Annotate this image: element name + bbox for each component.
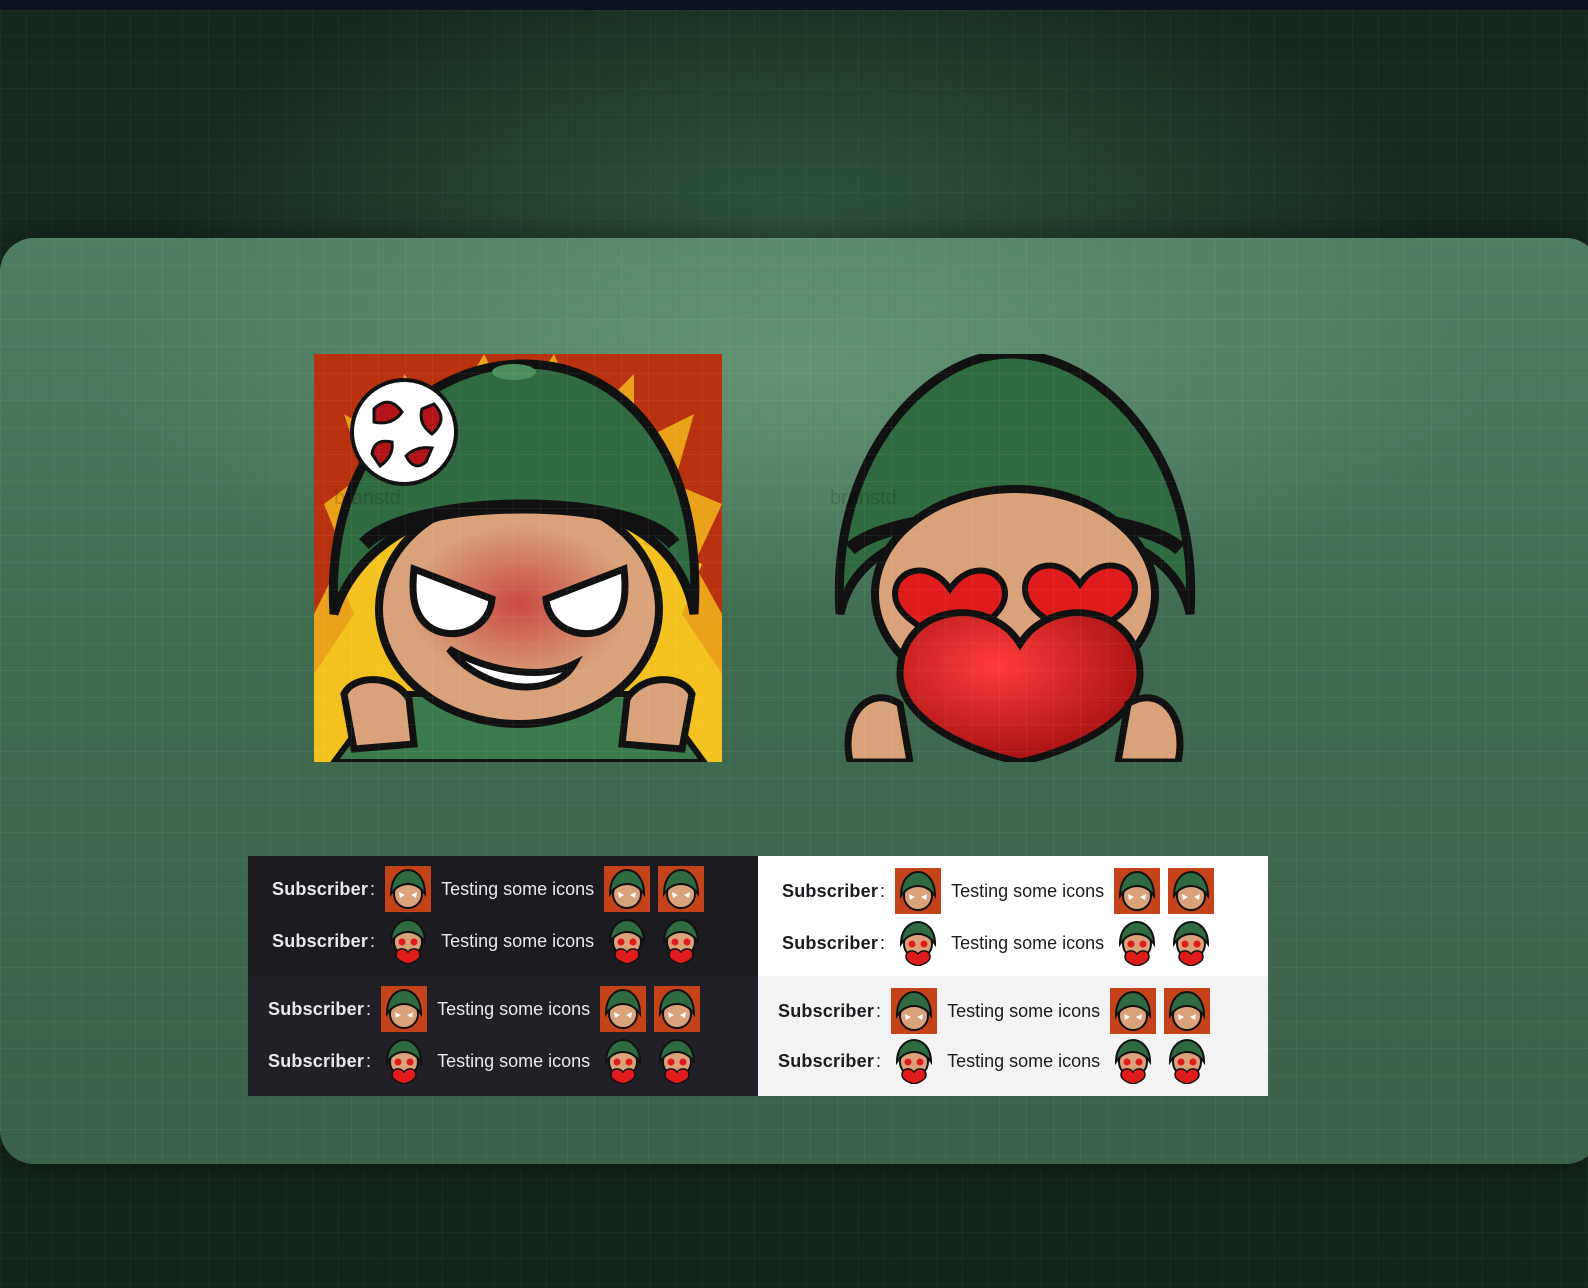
angry-soldier-emote-art: branstd xyxy=(314,354,722,762)
chat-message: Testing some icons xyxy=(437,998,591,1019)
angry-soldier-emote-icon xyxy=(385,866,432,912)
chat-row: Subscriber : Testing some icons xyxy=(778,1036,1210,1086)
chat-message: Testing some icons xyxy=(951,932,1105,953)
chat-message: Testing some icons xyxy=(947,1000,1101,1021)
chat-message: Testing some icons xyxy=(437,1050,591,1071)
angry-soldier-emote-icon xyxy=(1110,988,1157,1034)
chat-row: Subscriber : Testing some icons xyxy=(268,984,701,1034)
watermark-text: branstd xyxy=(334,487,401,509)
angry-soldier-emote-icon xyxy=(895,868,942,914)
username: Subscriber xyxy=(782,932,879,953)
chat-message: Testing some icons xyxy=(441,930,595,951)
dark-preview-bottom: Subscriber : Testing some icons Subscrib… xyxy=(248,976,758,1096)
love-soldier-emote-icon xyxy=(1110,1038,1156,1084)
chat-preview: Subscriber : Testing some icons Subscrib… xyxy=(248,856,1268,1096)
angry-soldier-emote-icon xyxy=(1114,868,1161,914)
angry-soldier-emote-icon xyxy=(604,866,651,912)
username: Subscriber xyxy=(782,880,879,901)
chat-message: Testing some icons xyxy=(947,1050,1101,1071)
love-soldier-emote-icon xyxy=(891,1038,937,1084)
love-soldier-emote-icon xyxy=(604,918,650,964)
username: Subscriber xyxy=(778,1000,875,1021)
love-soldier-emote-icon xyxy=(600,1038,646,1084)
chat-row: Subscriber : Testing some icons xyxy=(782,866,1215,916)
chat-row: Subscriber : Testing some icons xyxy=(268,1036,700,1086)
colon: : xyxy=(876,1050,882,1071)
love-soldier-emote-icon xyxy=(895,920,941,966)
love-soldier-emote-art: branstd xyxy=(830,354,1196,762)
angry-soldier-emote-icon xyxy=(891,988,938,1034)
colon: : xyxy=(370,930,376,951)
angry-soldier-emote-icon xyxy=(1168,868,1215,914)
love-soldier-emote-icon xyxy=(381,1038,427,1084)
username: Subscriber xyxy=(272,878,369,899)
dark-preview-top: Subscriber : Testing some icons Subscrib… xyxy=(248,856,758,976)
angry-soldier-emote-icon xyxy=(600,986,647,1032)
username: Subscriber xyxy=(778,1050,875,1071)
colon: : xyxy=(876,1000,882,1021)
love-soldier-emote-icon xyxy=(1114,920,1160,966)
angry-soldier-emote-icon xyxy=(1164,988,1211,1034)
love-soldier-emote-icon xyxy=(658,918,704,964)
light-preview-bottom: Subscriber : Testing some icons Subscrib… xyxy=(758,976,1268,1096)
love-soldier-emote-icon xyxy=(385,918,431,964)
colon: : xyxy=(366,1050,372,1071)
colon: : xyxy=(880,880,886,901)
chat-message: Testing some icons xyxy=(441,878,595,899)
chat-row: Subscriber : Testing some icons xyxy=(782,918,1214,968)
username: Subscriber xyxy=(268,998,365,1019)
chat-row: Subscriber : Testing some icons xyxy=(778,986,1211,1036)
username: Subscriber xyxy=(272,930,369,951)
top-edge-bar xyxy=(0,0,1588,10)
colon: : xyxy=(880,932,886,953)
light-preview-top: Subscriber : Testing some icons Subscrib… xyxy=(758,856,1268,976)
angry-soldier-emote-icon xyxy=(381,986,428,1032)
love-soldier-emote-icon xyxy=(654,1038,700,1084)
love-soldier-emote-icon xyxy=(1164,1038,1210,1084)
chat-row: Subscriber : Testing some icons xyxy=(272,916,704,966)
username: Subscriber xyxy=(268,1050,365,1071)
angry-soldier-emote-icon xyxy=(654,986,701,1032)
angry-soldier-emote: branstd xyxy=(314,354,722,762)
chat-message: Testing some icons xyxy=(951,880,1105,901)
colon: : xyxy=(370,878,376,899)
colon: : xyxy=(366,998,372,1019)
love-soldier-emote: branstd xyxy=(810,354,1218,762)
angry-soldier-emote-icon xyxy=(658,866,705,912)
chat-row: Subscriber : Testing some icons xyxy=(272,864,705,914)
watermark-text: branstd xyxy=(830,487,897,509)
love-soldier-emote-icon xyxy=(1168,920,1214,966)
